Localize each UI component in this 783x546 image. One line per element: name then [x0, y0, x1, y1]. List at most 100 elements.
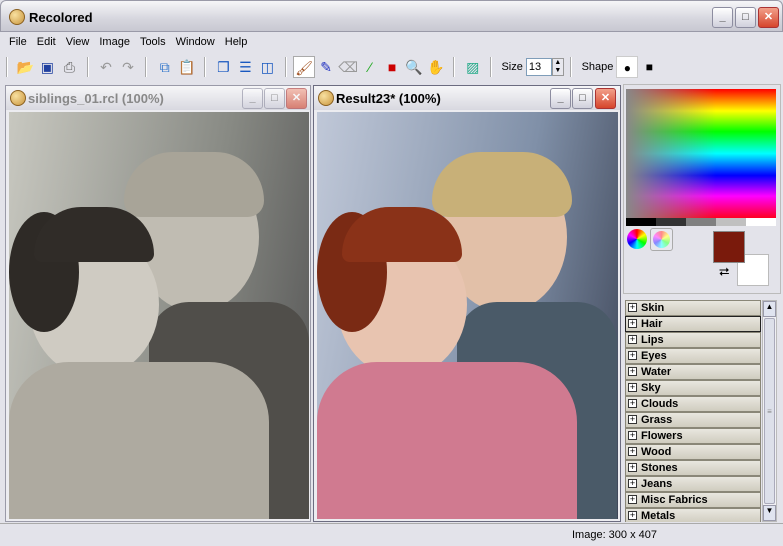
menu-view[interactable]: View: [61, 33, 95, 51]
print-icon[interactable]: ⎙: [58, 56, 80, 78]
scroll-thumb[interactable]: ≡: [764, 318, 775, 504]
size-spinner[interactable]: ▲ ▼: [551, 58, 564, 76]
expand-icon[interactable]: +: [628, 399, 637, 408]
size-input[interactable]: [525, 58, 552, 76]
category-label: Flowers: [641, 430, 683, 442]
gray-swatch-white[interactable]: [746, 218, 776, 226]
result-photo[interactable]: [317, 112, 618, 519]
pen-icon[interactable]: ✎: [315, 56, 337, 78]
rgb-color-mode-icon[interactable]: [627, 229, 647, 249]
menu-tools[interactable]: Tools: [135, 33, 171, 51]
toolbar: 📂▣⎙ ↶↷ ⧉📋 ❐☰◫ 🖌✎⌫⁄■🔍✋ ▨ Size▲▼ Shape●■: [4, 55, 779, 81]
gray-swatch-black[interactable]: [626, 218, 656, 226]
category-item-clouds[interactable]: + Clouds: [625, 396, 761, 412]
category-item-misc-fabrics[interactable]: + Misc Fabrics: [625, 492, 761, 508]
window-minimize-button[interactable]: _: [242, 88, 263, 109]
square-shape-button[interactable]: ■: [638, 56, 660, 78]
category-item-eyes[interactable]: + Eyes: [625, 348, 761, 364]
category-item-wood[interactable]: + Wood: [625, 444, 761, 460]
close-button[interactable]: ✕: [758, 7, 779, 28]
maximize-button[interactable]: □: [735, 7, 756, 28]
swap-colors-icon[interactable]: ⮂: [719, 264, 729, 280]
save-icon[interactable]: ▣: [36, 56, 58, 78]
open-icon[interactable]: 📂: [14, 56, 36, 78]
expand-icon[interactable]: +: [628, 511, 637, 520]
category-item-sky[interactable]: + Sky: [625, 380, 761, 396]
category-label: Stones: [641, 462, 678, 474]
category-label: Water: [641, 366, 672, 378]
redo-icon[interactable]: ↷: [117, 56, 139, 78]
image-icon[interactable]: ▨: [462, 56, 484, 78]
menu-file[interactable]: File: [4, 33, 32, 51]
expand-icon[interactable]: +: [628, 463, 637, 472]
cascade-icon[interactable]: ❐: [212, 56, 234, 78]
window-close-button[interactable]: ✕: [595, 88, 616, 109]
zoom-icon[interactable]: 🔍: [403, 56, 425, 78]
menu-help[interactable]: Help: [220, 33, 253, 51]
color-spectrum-picker[interactable]: [626, 89, 776, 218]
brush-icon[interactable]: 🖌: [293, 56, 316, 78]
expand-icon[interactable]: +: [628, 431, 637, 440]
category-item-water[interactable]: + Water: [625, 364, 761, 380]
expand-icon[interactable]: +: [628, 319, 637, 328]
app-palette-icon: [9, 9, 25, 25]
scroll-down-button[interactable]: ▼: [763, 505, 776, 521]
window-maximize-button[interactable]: □: [572, 88, 593, 109]
category-item-flowers[interactable]: + Flowers: [625, 428, 761, 444]
menu-bar: File Edit View Image Tools Window Help: [4, 33, 779, 53]
expand-icon[interactable]: +: [628, 303, 637, 312]
palette-icon: [10, 90, 26, 106]
window-minimize-button[interactable]: _: [550, 88, 571, 109]
result-image-window: Result23* (100%) _ □ ✕: [313, 85, 621, 522]
image-size-status: Image: 300 x 407: [572, 529, 658, 541]
category-label: Skin: [641, 302, 665, 314]
window-title-bar: siblings_01.rcl (100%) _ □ ✕: [6, 86, 310, 110]
expand-icon[interactable]: +: [628, 479, 637, 488]
category-item-jeans[interactable]: + Jeans: [625, 476, 761, 492]
eraser-icon[interactable]: ⌫: [337, 56, 359, 78]
original-image-window: siblings_01.rcl (100%) _ □ ✕: [5, 85, 311, 522]
eyedropper-icon[interactable]: ⁄: [359, 56, 381, 78]
foreground-color-swatch[interactable]: [713, 231, 745, 263]
expand-icon[interactable]: +: [628, 383, 637, 392]
expand-icon[interactable]: +: [628, 495, 637, 504]
category-item-grass[interactable]: + Grass: [625, 412, 761, 428]
app-title: Recolored: [29, 10, 93, 25]
window-close-button[interactable]: ✕: [286, 88, 307, 109]
tile-horizontal-icon[interactable]: ☰: [234, 56, 256, 78]
gray-swatch-dark[interactable]: [656, 218, 686, 226]
category-item-stones[interactable]: + Stones: [625, 460, 761, 476]
gray-swatch-mid[interactable]: [686, 218, 716, 226]
category-item-skin[interactable]: + Skin: [625, 300, 761, 316]
hand-icon[interactable]: ✋: [425, 56, 447, 78]
tile-vertical-icon[interactable]: ◫: [256, 56, 278, 78]
palette-icon: [318, 90, 334, 106]
original-photo[interactable]: [9, 112, 309, 519]
category-item-lips[interactable]: + Lips: [625, 332, 761, 348]
category-item-metals[interactable]: + Metals: [625, 508, 761, 522]
expand-icon[interactable]: +: [628, 335, 637, 344]
menu-window[interactable]: Window: [171, 33, 220, 51]
category-label: Hair: [641, 318, 663, 330]
window-maximize-button[interactable]: □: [264, 88, 285, 109]
window-title: Result23* (100%): [336, 91, 441, 106]
expand-icon[interactable]: +: [628, 351, 637, 360]
menu-image[interactable]: Image: [94, 33, 135, 51]
hsv-color-mode-button[interactable]: [650, 228, 673, 251]
category-scrollbar[interactable]: ▲ ≡ ▼: [762, 300, 777, 522]
undo-icon[interactable]: ↶: [95, 56, 117, 78]
replace-color-icon[interactable]: ■: [381, 56, 403, 78]
minimize-button[interactable]: _: [712, 7, 733, 28]
paste-icon[interactable]: 📋: [176, 56, 198, 78]
gray-swatch-light[interactable]: [716, 218, 746, 226]
category-label: Misc Fabrics: [641, 494, 708, 506]
expand-icon[interactable]: +: [628, 367, 637, 376]
expand-icon[interactable]: +: [628, 415, 637, 424]
category-item-hair[interactable]: + Hair: [625, 316, 761, 332]
expand-icon[interactable]: +: [628, 447, 637, 456]
scroll-up-button[interactable]: ▲: [763, 301, 776, 317]
size-label: Size: [501, 61, 523, 73]
menu-edit[interactable]: Edit: [32, 33, 61, 51]
copy-icon[interactable]: ⧉: [154, 56, 176, 78]
circle-shape-button[interactable]: ●: [616, 56, 639, 78]
